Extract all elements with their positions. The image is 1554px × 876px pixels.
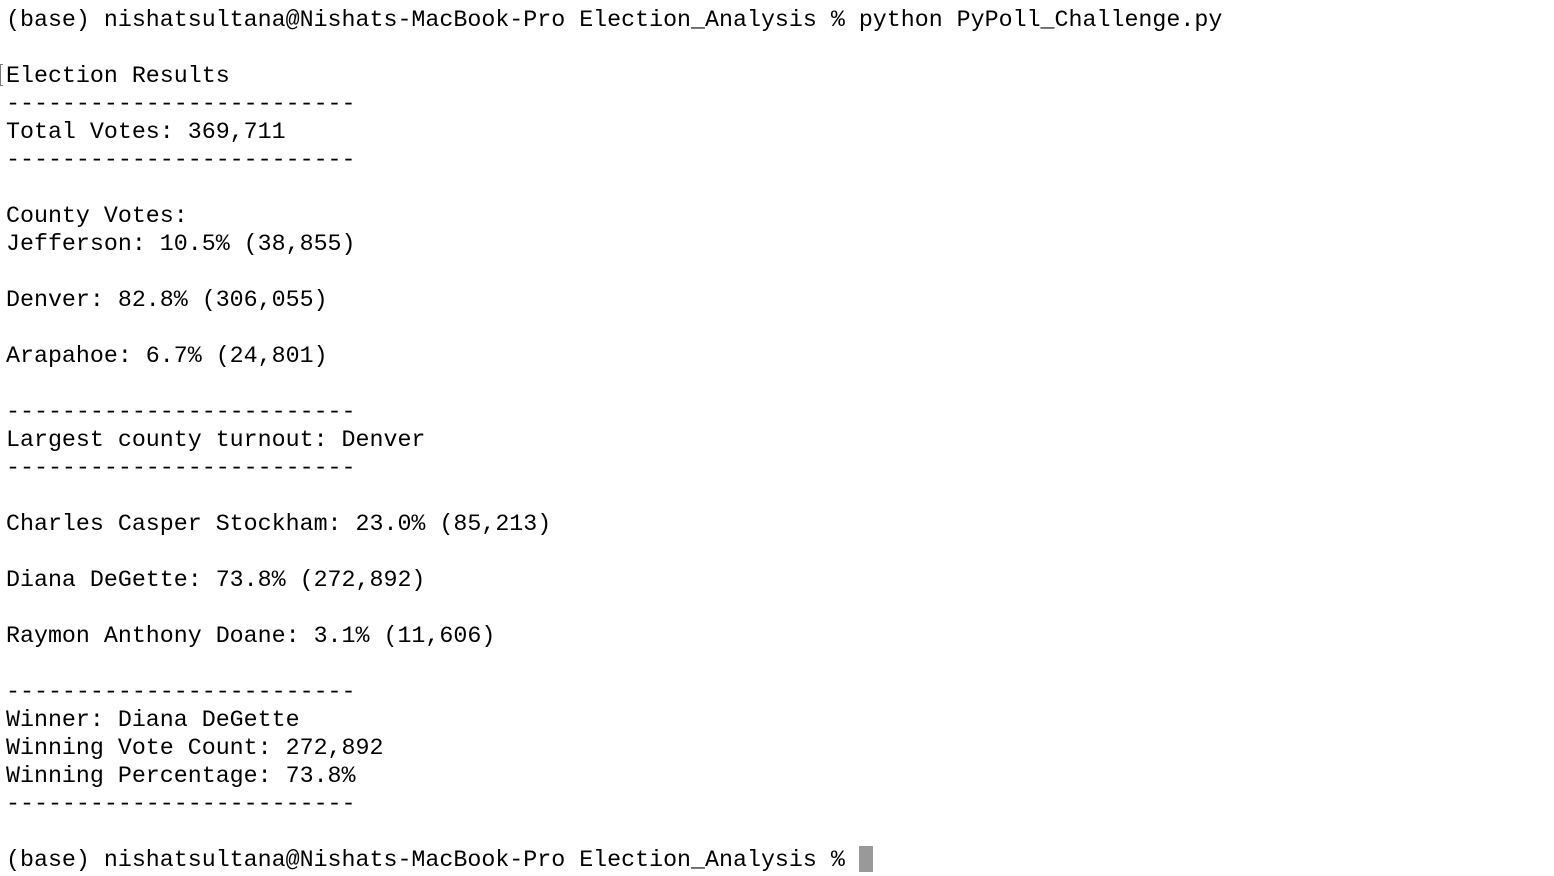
separator-line: ------------------------- (6, 147, 356, 173)
final-prompt-line[interactable]: (base) nishatsultana@Nishats-MacBook-Pro… (6, 846, 1546, 874)
output-title: Election Results (6, 63, 230, 89)
text-selection-caret (0, 64, 3, 86)
county-line: Denver: 82.8% (306,055) (6, 287, 328, 313)
winning-percentage-line: Winning Percentage: 73.8% (6, 763, 356, 789)
separator-line: ------------------------- (6, 679, 356, 705)
separator-line: ------------------------- (6, 455, 356, 481)
county-votes-header: County Votes: (6, 203, 188, 229)
command-text: python PyPoll_Challenge.py (858, 7, 1223, 33)
county-line: Jefferson: 10.5% (38,855) (6, 231, 356, 257)
county-line: Arapahoe: 6.7% (24,801) (6, 343, 328, 369)
winner-line: Winner: Diana DeGette (6, 707, 300, 733)
candidate-line: Raymon Anthony Doane: 3.1% (11,606) (6, 623, 496, 649)
shell-prompt: (base) nishatsultana@Nishats-MacBook-Pro… (6, 847, 859, 873)
total-votes-line: Total Votes: 369,711 (6, 119, 286, 145)
separator-line: ------------------------- (6, 399, 356, 425)
command-line: (base) nishatsultana@Nishats-MacBook-Pro… (6, 6, 1546, 34)
block-cursor (858, 846, 873, 872)
candidate-line: Diana DeGette: 73.8% (272,892) (6, 567, 426, 593)
separator-line: ------------------------- (6, 91, 356, 117)
candidate-line: Charles Casper Stockham: 23.0% (85,213) (6, 511, 552, 537)
shell-prompt: (base) nishatsultana@Nishats-MacBook-Pro… (6, 7, 859, 33)
terminal-output[interactable]: (base) nishatsultana@Nishats-MacBook-Pro… (0, 6, 1546, 873)
winning-vote-count-line: Winning Vote Count: 272,892 (6, 735, 384, 761)
separator-line: ------------------------- (6, 791, 356, 817)
largest-county-line: Largest county turnout: Denver (6, 427, 426, 453)
